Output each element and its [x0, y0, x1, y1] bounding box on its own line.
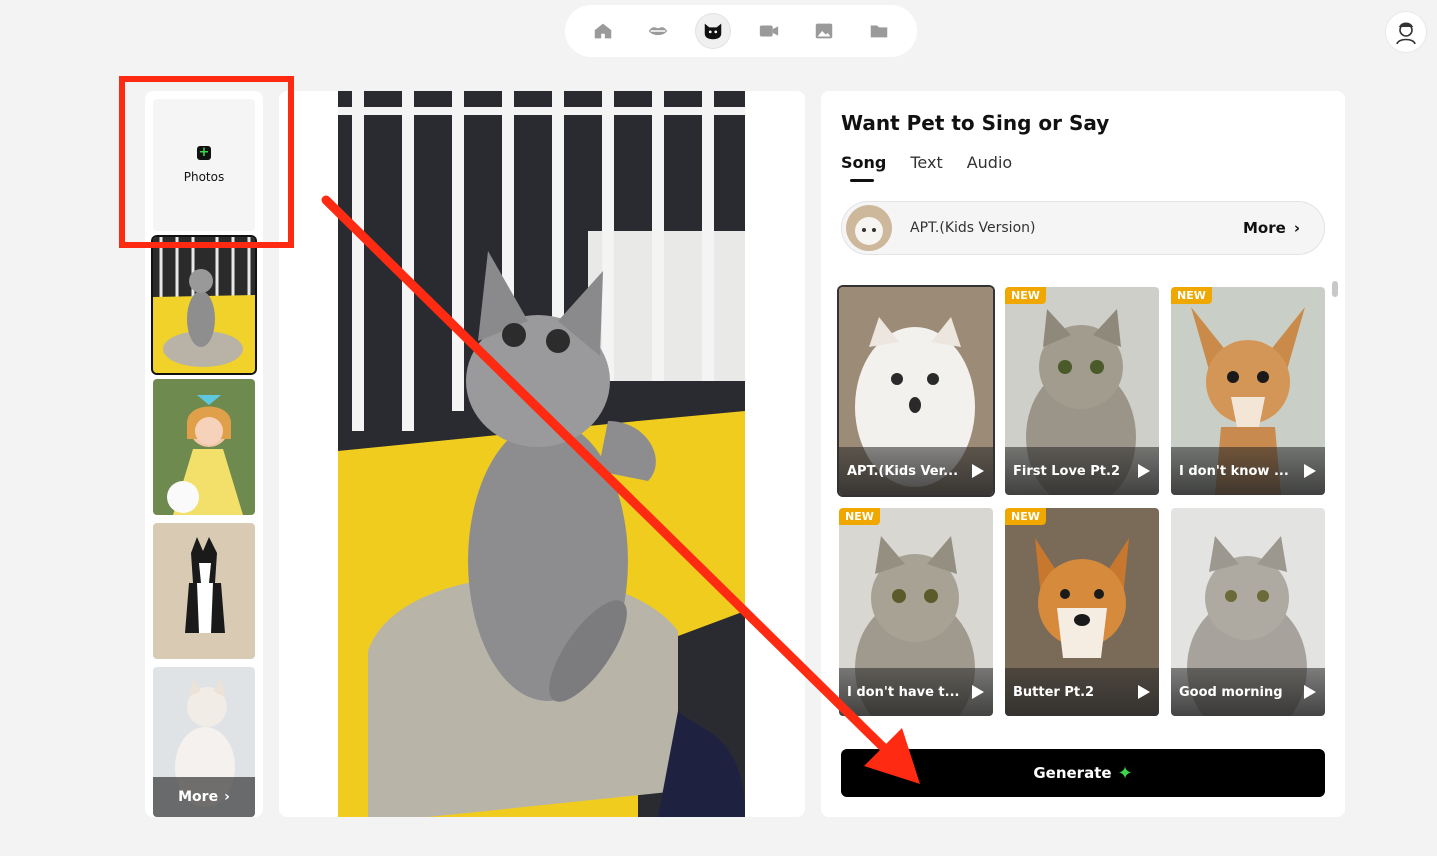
- kitten-litter-photo: [153, 237, 255, 373]
- thumb-kitten-litter[interactable]: [153, 237, 255, 373]
- song-card-bar: I don't know ...: [1171, 447, 1325, 495]
- song-card-label: Good morning: [1179, 684, 1283, 700]
- song-grid: APT.(Kids Ver... NEW First Love Pt.2 NEW…: [839, 287, 1329, 719]
- cat-icon: [705, 23, 722, 40]
- new-badge: NEW: [1005, 508, 1046, 525]
- song-card-bar: First Love Pt.2: [1005, 447, 1159, 495]
- chevron-right-icon: ›: [224, 789, 230, 805]
- song-card-5[interactable]: NEW Butter Pt.2: [1005, 508, 1159, 716]
- thumb-white-cat[interactable]: More ›: [153, 667, 255, 817]
- preview-image: [338, 91, 745, 817]
- tab-text[interactable]: Text: [910, 153, 942, 178]
- song-grid-scrollbar[interactable]: [1332, 281, 1338, 297]
- song-more-button[interactable]: More ›: [1243, 219, 1300, 237]
- thumb-border-collie[interactable]: [153, 523, 255, 659]
- nav-folder[interactable]: [861, 13, 897, 49]
- chevron-right-icon: ›: [1293, 219, 1300, 237]
- thumb-girl-dog[interactable]: [153, 379, 255, 515]
- user-face-icon: [1396, 22, 1416, 45]
- lips-icon: [648, 27, 668, 36]
- image-icon: [815, 23, 833, 39]
- nav-pet[interactable]: [695, 13, 732, 49]
- girl-with-dog-photo: [153, 379, 255, 515]
- song-card-2[interactable]: NEW First Love Pt.2: [1005, 287, 1159, 495]
- new-badge: NEW: [1005, 287, 1046, 304]
- song-card-label: First Love Pt.2: [1013, 463, 1120, 479]
- border-collie-photo: [153, 523, 255, 659]
- song-card-label: I don't have t...: [847, 684, 960, 700]
- nav-home[interactable]: [585, 13, 621, 49]
- nav-video[interactable]: [751, 13, 787, 49]
- play-icon[interactable]: [1137, 463, 1151, 479]
- song-card-label: APT.(Kids Ver...: [847, 463, 959, 479]
- song-card-4[interactable]: NEW I don't have t...: [839, 508, 993, 716]
- video-camera-icon: [759, 25, 778, 37]
- sparkle-icon: ✦: [1117, 762, 1133, 784]
- play-icon[interactable]: [1303, 684, 1317, 700]
- generate-label: Generate: [1033, 764, 1112, 782]
- nav-lips[interactable]: [640, 13, 676, 49]
- song-card-3[interactable]: NEW I don't know ...: [1171, 287, 1325, 495]
- song-card-bar: APT.(Kids Ver...: [839, 447, 993, 495]
- mode-tabs: Song Text Audio: [841, 153, 1012, 182]
- panel-title: Want Pet to Sing or Say: [841, 111, 1110, 135]
- home-icon: [594, 23, 611, 39]
- new-badge: NEW: [839, 508, 880, 525]
- play-icon[interactable]: [971, 684, 985, 700]
- more-photos-label: More: [178, 789, 219, 805]
- kitten-in-litter-box-image: [338, 91, 745, 817]
- white-kitten-thumbnail: [846, 205, 892, 251]
- song-card-label: Butter Pt.2: [1013, 684, 1095, 700]
- play-icon[interactable]: [1137, 684, 1151, 700]
- annotation-highlight-box: [119, 76, 294, 248]
- top-nav: [565, 5, 917, 57]
- nav-image[interactable]: [806, 13, 842, 49]
- new-badge: NEW: [1171, 287, 1212, 304]
- tab-song[interactable]: Song: [841, 153, 886, 182]
- song-card-1[interactable]: APT.(Kids Ver...: [839, 287, 993, 495]
- song-thumbnail: [846, 205, 892, 251]
- folder-icon: [871, 25, 888, 38]
- song-card-label: I don't know ...: [1179, 463, 1289, 479]
- song-card-bar: Good morning: [1171, 668, 1325, 716]
- selected-song[interactable]: APT.(Kids Version) More ›: [841, 201, 1325, 255]
- song-card-bar: I don't have t...: [839, 668, 993, 716]
- generate-button[interactable]: Generate ✦: [841, 749, 1325, 797]
- song-panel: Want Pet to Sing or Say Song Text Audio …: [821, 91, 1345, 817]
- user-avatar[interactable]: [1386, 12, 1426, 52]
- preview-panel: [279, 91, 805, 817]
- play-icon[interactable]: [971, 463, 985, 479]
- song-name: APT.(Kids Version): [910, 220, 1036, 236]
- song-card-6[interactable]: Good morning: [1171, 508, 1325, 716]
- song-more-label: More: [1243, 219, 1286, 237]
- tab-audio[interactable]: Audio: [967, 153, 1012, 178]
- more-photos-button[interactable]: More ›: [153, 777, 255, 817]
- play-icon[interactable]: [1303, 463, 1317, 479]
- song-card-bar: Butter Pt.2: [1005, 668, 1159, 716]
